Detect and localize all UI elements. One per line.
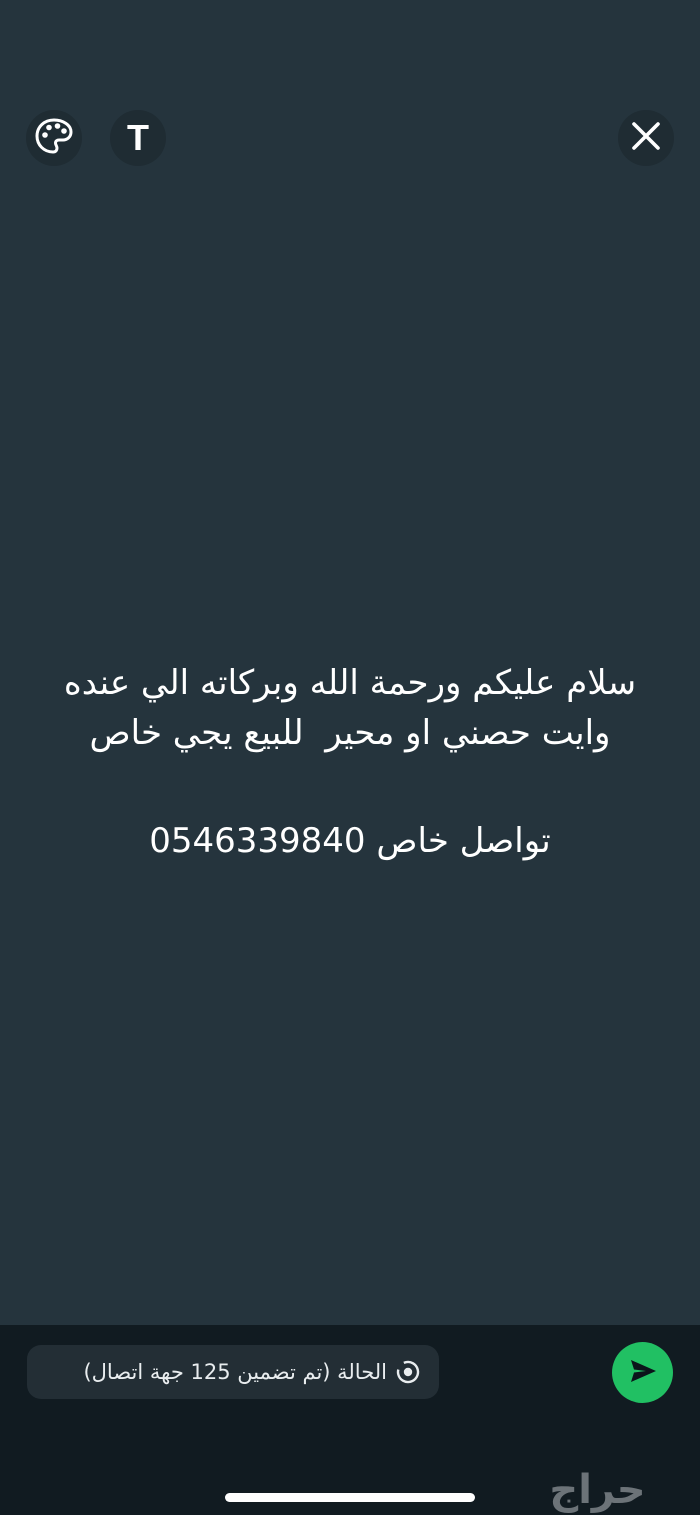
home-indicator[interactable] <box>225 1493 475 1502</box>
palette-button[interactable] <box>26 110 82 166</box>
close-icon <box>630 120 662 156</box>
send-icon <box>628 1356 658 1390</box>
status-audience-button[interactable]: الحالة (تم تضمين 125 جهة اتصال) <box>27 1345 439 1399</box>
status-icon <box>395 1359 421 1385</box>
status-audience-label: الحالة (تم تضمين 125 جهة اتصال) <box>83 1360 387 1384</box>
status-text-line: سلام عليكم ورحمة الله وبركاته الي عنده <box>63 663 637 703</box>
haraj-watermark: حراج <box>549 1467 646 1513</box>
palette-icon <box>32 114 76 162</box>
composer-bar: الحالة (تم تضمين 125 جهة اتصال) حراج <box>0 1325 700 1515</box>
status-text-line: تواصل خاص 0546339840 <box>149 821 551 861</box>
close-button[interactable] <box>618 110 674 166</box>
status-text-line: وايت حصني او محير للبيع يجي خاص <box>89 713 611 753</box>
status-text: سلام عليكم ورحمة الله وبركاته الي عنده و… <box>0 658 700 866</box>
text-tool-button[interactable]: T <box>110 110 166 166</box>
status-text-spacer <box>0 758 700 808</box>
text-tool-icon: T <box>127 117 149 158</box>
send-button[interactable] <box>612 1342 673 1403</box>
